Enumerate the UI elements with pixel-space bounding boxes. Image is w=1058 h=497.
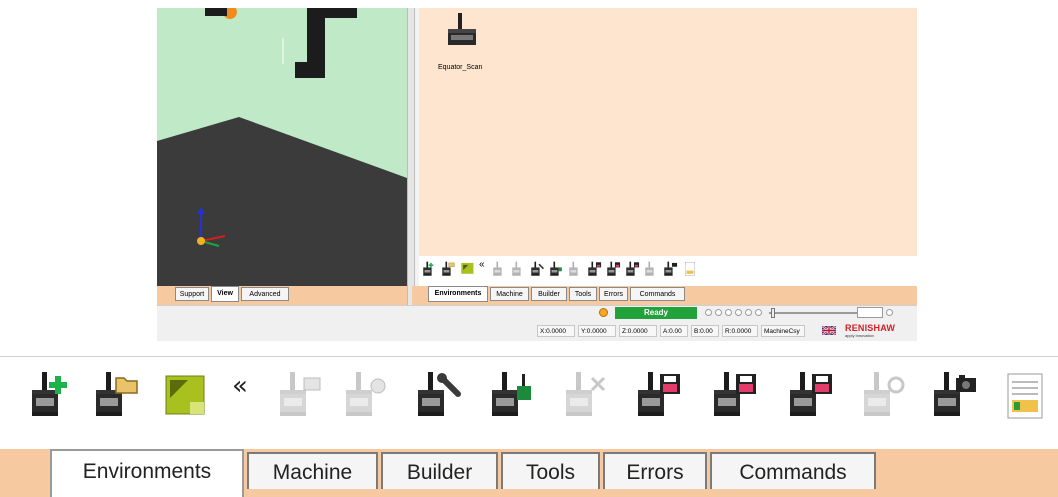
coordinate-bar: X:0.0000 Y:0.0000 Z:0.0000 A:0.00 B:0.00… xyxy=(157,320,917,341)
tab-support[interactable]: Support xyxy=(175,287,209,301)
open-environment-icon[interactable] xyxy=(441,261,457,277)
panel-splitter[interactable] xyxy=(407,8,415,305)
machine-list-icon xyxy=(276,370,326,420)
tab-advanced[interactable]: Advanced xyxy=(241,287,289,301)
speed-dot-3[interactable] xyxy=(725,309,732,316)
machine-camera-icon[interactable] xyxy=(930,370,980,420)
tab-errors[interactable]: Errors xyxy=(603,452,707,489)
machine-save-all-icon[interactable] xyxy=(625,261,641,277)
status-led-icon xyxy=(599,308,608,317)
machine-save-icon[interactable] xyxy=(634,370,684,420)
tab-machine[interactable]: Machine xyxy=(490,287,529,301)
coord-z: Z:0.0000 xyxy=(619,325,657,337)
machine-list-icon xyxy=(492,261,508,277)
uk-flag-icon xyxy=(822,326,836,335)
cmm-scan-icon[interactable] xyxy=(442,11,482,51)
collapse-toolbar-icon[interactable]: « xyxy=(479,259,485,270)
machine-save-icon[interactable] xyxy=(587,261,603,277)
speed-dot-1[interactable] xyxy=(705,309,712,316)
machine-save-as-icon[interactable] xyxy=(606,261,622,277)
machine-tools-icon[interactable] xyxy=(530,261,546,277)
machine-probe-icon[interactable] xyxy=(549,261,565,277)
machine-refresh-icon xyxy=(860,370,910,420)
report-icon[interactable] xyxy=(682,261,698,277)
environment-toolbar: « xyxy=(0,357,1058,449)
speed-dot-6[interactable] xyxy=(755,309,762,316)
machine-refresh-icon xyxy=(644,261,660,277)
machine-bracket xyxy=(205,8,227,16)
floor-plane xyxy=(157,117,407,286)
tab-builder[interactable]: Builder xyxy=(381,452,498,489)
origin-marker xyxy=(197,237,205,245)
tab-commands[interactable]: Commands xyxy=(630,287,685,301)
tab-builder[interactable]: Builder xyxy=(531,287,567,301)
machine-save-all-icon[interactable] xyxy=(786,370,836,420)
tab-environments[interactable]: Environments xyxy=(428,286,488,302)
collapse-toolbar-icon[interactable]: « xyxy=(232,371,248,401)
speed-dot-2[interactable] xyxy=(715,309,722,316)
coord-r: R:0.0000 xyxy=(722,325,758,337)
environments-panel: Equator_Scan xyxy=(419,8,917,256)
tab-tools[interactable]: Tools xyxy=(501,452,600,489)
tab-view[interactable]: View xyxy=(211,286,239,302)
tab-commands[interactable]: Commands xyxy=(710,452,876,489)
machine-save-as-icon[interactable] xyxy=(710,370,760,420)
machine-probe-icon[interactable] xyxy=(488,370,538,420)
tab-tools[interactable]: Tools xyxy=(569,287,597,301)
environment-tab-strip: Environments Machine Builder Tools Error… xyxy=(412,286,917,305)
status-bar: Ready xyxy=(157,305,917,320)
tab-environments[interactable]: Environments xyxy=(50,449,244,497)
speed-dot-5[interactable] xyxy=(745,309,752,316)
renishaw-logo: RENISHAW xyxy=(845,323,896,333)
new-environment-icon[interactable] xyxy=(28,370,78,420)
application-screenshot: Support View Advanced Equator_Scan « Env… xyxy=(157,8,917,341)
tab-errors[interactable]: Errors xyxy=(599,287,628,301)
speed-input[interactable] xyxy=(857,307,883,318)
machine-delete-icon xyxy=(562,370,612,420)
probe-foot xyxy=(295,62,325,78)
environment-label: Equator_Scan xyxy=(438,64,483,71)
open-environment-icon[interactable] xyxy=(92,370,142,420)
machine-delete-icon xyxy=(568,261,584,277)
coord-y: Y:0.0000 xyxy=(578,325,616,337)
machine-scene xyxy=(157,8,407,286)
environment-tab-strip-large: Environments Machine Builder Tools Error… xyxy=(0,449,1058,497)
speed-indicator xyxy=(886,309,893,316)
coord-system: MachineCsy xyxy=(761,325,805,337)
speed-slider-thumb[interactable] xyxy=(771,308,775,318)
tab-machine[interactable]: Machine xyxy=(247,452,378,489)
environment-toolbar-small: « xyxy=(419,256,917,286)
machine-tools-icon[interactable] xyxy=(414,370,464,420)
machine-check-icon xyxy=(342,370,392,420)
coord-x: X:0.0000 xyxy=(537,325,575,337)
coord-b: B:0.00 xyxy=(691,325,719,337)
resize-environment-icon[interactable] xyxy=(160,370,210,420)
resize-environment-icon[interactable] xyxy=(460,261,476,277)
view-tab-strip: Support View Advanced xyxy=(157,286,407,305)
coord-a: A:0.00 xyxy=(660,325,688,337)
speed-dot-4[interactable] xyxy=(735,309,742,316)
status-state: Ready xyxy=(615,307,697,319)
new-environment-icon[interactable] xyxy=(422,261,438,277)
probe-arm xyxy=(307,8,357,18)
report-icon[interactable] xyxy=(1002,370,1052,420)
3d-viewport[interactable] xyxy=(157,8,407,286)
renishaw-tagline: apply innovation xyxy=(845,333,874,338)
machine-camera-icon[interactable] xyxy=(663,261,679,277)
speed-slider[interactable] xyxy=(769,312,859,314)
machine-check-icon xyxy=(511,261,527,277)
